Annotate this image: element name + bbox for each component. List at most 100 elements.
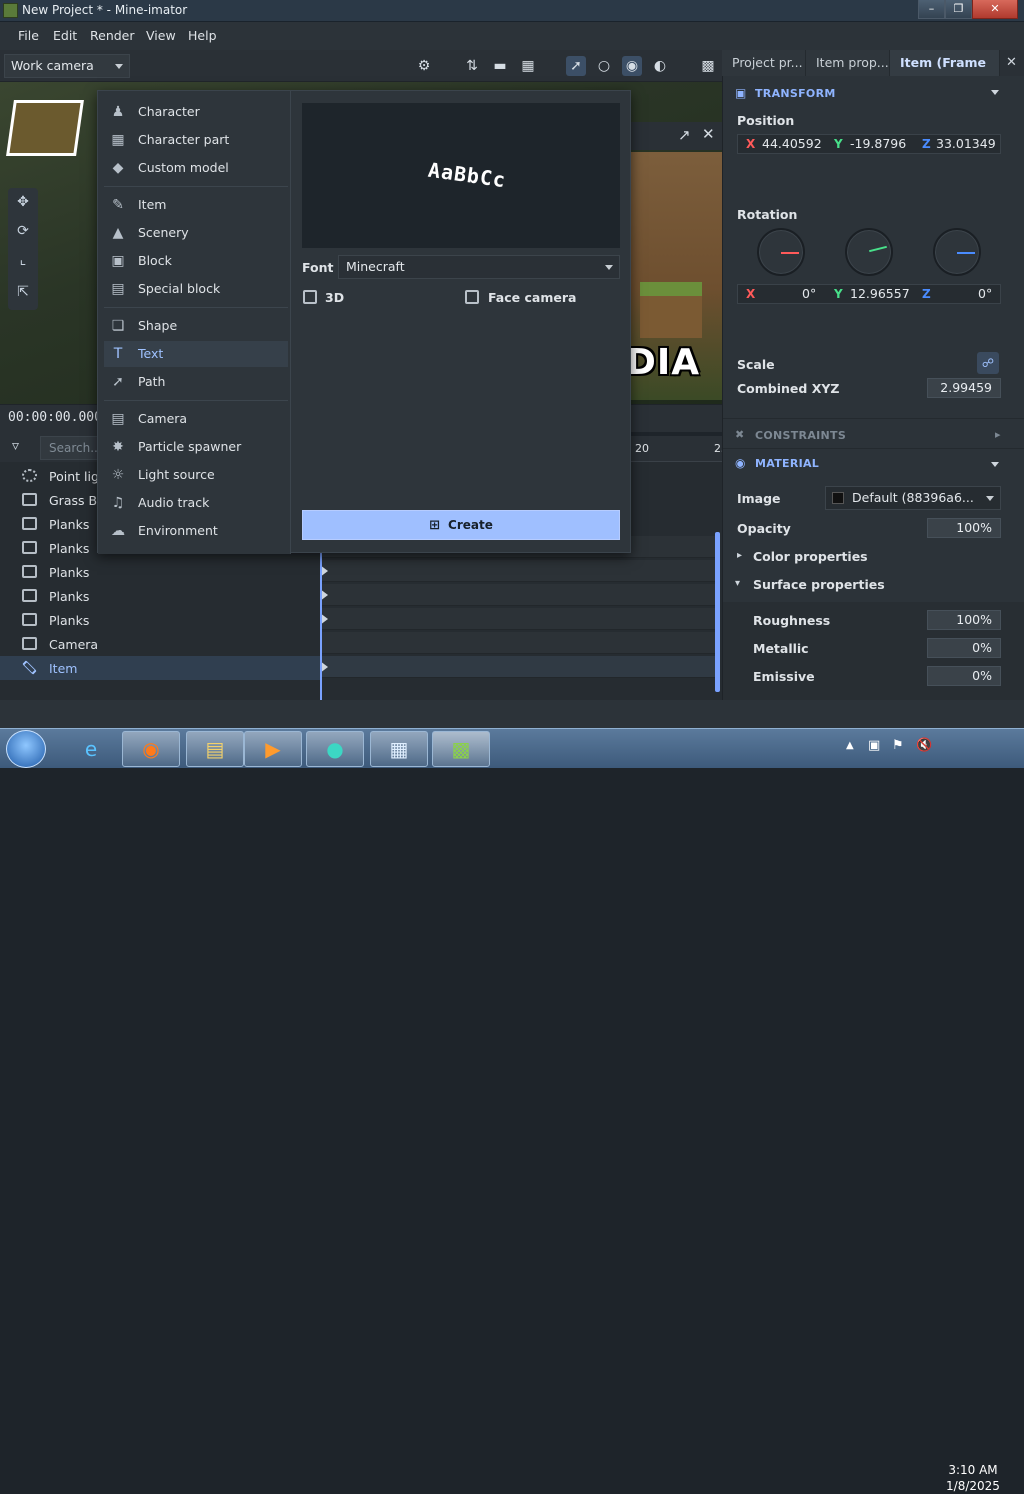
tree-row-planks[interactable]: Planks <box>0 608 320 632</box>
menu-item-path[interactable]: ➚ Path <box>104 369 288 395</box>
camera-mode-icon[interactable]: ➚ <box>566 56 586 76</box>
move-tool-icon[interactable]: ✥ <box>13 192 33 212</box>
menu-item-custom-model[interactable]: ◆ Custom model <box>104 155 288 181</box>
firefox-icon[interactable]: ◉ <box>122 731 180 767</box>
roughness-input[interactable]: 100% <box>927 610 1001 630</box>
minimize-button[interactable]: – <box>918 0 945 19</box>
snap-icon[interactable]: ⚙ <box>414 56 434 76</box>
font-select[interactable]: Minecraft <box>338 255 620 279</box>
explorer-icon[interactable]: ▤ <box>186 731 244 767</box>
timeline-playhead[interactable] <box>320 540 322 700</box>
track[interactable] <box>320 608 716 630</box>
tab-item-properties[interactable]: Item prop... <box>806 50 890 76</box>
opacity-input[interactable]: 100% <box>927 518 1001 538</box>
control-panel-icon[interactable]: ▦ <box>370 731 428 767</box>
menu-item-text[interactable]: T Text <box>104 341 288 367</box>
create-icon: ⊞ <box>429 518 441 533</box>
timeline-scrollbar[interactable] <box>715 532 720 692</box>
collapse-icon[interactable] <box>991 90 999 95</box>
volume-muted-icon[interactable]: 🔇 <box>916 738 932 753</box>
menu-item-shape[interactable]: ❏ Shape <box>104 313 288 339</box>
rotation-x-dial[interactable] <box>757 228 805 276</box>
maximize-button[interactable]: ❐ <box>945 0 972 19</box>
app-icon[interactable]: ● <box>306 731 364 767</box>
rotation-x-input[interactable]: 0° <box>802 285 816 303</box>
menu-item-audio-track[interactable]: ♫ Audio track <box>104 490 288 516</box>
position-x-input[interactable]: 44.40592 <box>762 135 822 153</box>
rotate-tool-icon[interactable]: ⟳ <box>13 221 33 241</box>
popout-icon[interactable]: ↗ <box>678 126 691 144</box>
scale-tool-icon[interactable]: ⌞ <box>13 250 33 270</box>
ie-icon[interactable]: e <box>62 731 120 767</box>
rotation-z-input[interactable]: 0° <box>978 285 992 303</box>
flag-icon[interactable]: ⚑ <box>892 738 904 753</box>
tree-row-planks[interactable]: Planks <box>0 584 320 608</box>
network-icon[interactable]: ▣ <box>868 738 880 753</box>
mine-imator-taskbar-icon[interactable]: ▩ <box>432 731 490 767</box>
create-button[interactable]: ⊞ Create <box>302 510 620 540</box>
gizmo-icon[interactable]: ⇅ <box>462 56 482 76</box>
color-properties-toggle[interactable]: Color properties <box>753 549 868 564</box>
media-player-icon[interactable]: ▶ <box>244 731 302 767</box>
menu-item-character[interactable]: ♟ Character <box>104 99 288 125</box>
menu-render[interactable]: Render <box>90 28 135 43</box>
menu-item-scenery[interactable]: ▲ Scenery <box>104 220 288 246</box>
second-viewport[interactable]: DIA <box>630 152 722 400</box>
camera-select[interactable]: Work camera <box>4 54 130 78</box>
close-panel-icon[interactable]: ✕ <box>1006 55 1017 70</box>
block-icon <box>22 613 37 626</box>
aspect-icon[interactable]: ▬ <box>490 56 510 76</box>
combined-xyz-input[interactable]: 2.99459 <box>927 378 1001 398</box>
wireframe-icon[interactable]: ○ <box>594 56 614 76</box>
track[interactable] <box>320 632 716 654</box>
face-camera-checkbox[interactable] <box>465 290 479 304</box>
constraints-header[interactable]: CONSTRAINTS <box>755 429 846 442</box>
emissive-input[interactable]: 0% <box>927 666 1001 686</box>
close-view-icon[interactable]: ✕ <box>702 125 715 143</box>
expand-icon[interactable]: ▸ <box>995 428 1001 441</box>
menu-item-character-part[interactable]: ▦ Character part <box>104 127 288 153</box>
material-header[interactable]: MATERIAL <box>755 457 819 470</box>
rotation-y-input[interactable]: 12.96557 <box>850 285 910 303</box>
3d-checkbox[interactable] <box>303 290 317 304</box>
tree-row-camera[interactable]: Camera <box>0 632 320 656</box>
system-clock[interactable]: 3:10 AM 1/8/2025 <box>940 1462 1006 1494</box>
rotation-y-dial[interactable] <box>845 228 893 276</box>
rotation-z-dial[interactable] <box>933 228 981 276</box>
menu-item-special-block[interactable]: ▤ Special block <box>104 276 288 302</box>
menu-item-camera[interactable]: ▤ Camera <box>104 406 288 432</box>
position-y-input[interactable]: -19.8796 <box>850 135 906 153</box>
menu-view[interactable]: View <box>146 28 176 43</box>
tree-row-item[interactable]: Item <box>0 656 320 680</box>
bend-tool-icon[interactable]: ⇱ <box>13 282 33 302</box>
start-button[interactable] <box>6 730 46 768</box>
menu-help[interactable]: Help <box>188 28 217 43</box>
tab-item-frame[interactable]: Item (Frame 0) <box>890 50 1000 96</box>
position-z-input[interactable]: 33.01349 <box>936 135 996 153</box>
menu-item-particle-spawner[interactable]: ✸ Particle spawner <box>104 434 288 460</box>
grid-icon[interactable]: ▦ <box>518 56 538 76</box>
menu-edit[interactable]: Edit <box>53 28 77 43</box>
track[interactable] <box>320 656 716 678</box>
menu-file[interactable]: File <box>18 28 39 43</box>
image-select[interactable]: Default (88396a6... <box>825 486 1001 510</box>
tab-project-properties[interactable]: Project pr... <box>722 50 806 76</box>
menu-item-environment[interactable]: ☁ Environment <box>104 518 288 544</box>
transform-header[interactable]: TRANSFORM <box>755 87 836 100</box>
track[interactable] <box>320 584 716 606</box>
menu-item-light-source[interactable]: ☼ Light source <box>104 462 288 488</box>
track[interactable] <box>320 560 716 582</box>
close-button[interactable]: ✕ <box>972 0 1018 19</box>
tray-arrow-icon[interactable]: ▲ <box>846 740 854 751</box>
split-view-icon[interactable]: ▩ <box>698 56 718 76</box>
menu-item-block[interactable]: ▣ Block <box>104 248 288 274</box>
metallic-input[interactable]: 0% <box>927 638 1001 658</box>
surface-properties-toggle[interactable]: Surface properties <box>753 577 885 592</box>
link-icon[interactable]: ☍ <box>977 352 999 374</box>
collapse-icon[interactable] <box>991 462 999 467</box>
shading-icon[interactable]: ◉ <box>622 56 642 76</box>
menu-item-item[interactable]: ✎ Item <box>104 192 288 218</box>
render-icon[interactable]: ◐ <box>650 56 670 76</box>
tree-row-planks[interactable]: Planks <box>0 560 320 584</box>
filter-icon[interactable]: ▿ <box>12 438 19 454</box>
